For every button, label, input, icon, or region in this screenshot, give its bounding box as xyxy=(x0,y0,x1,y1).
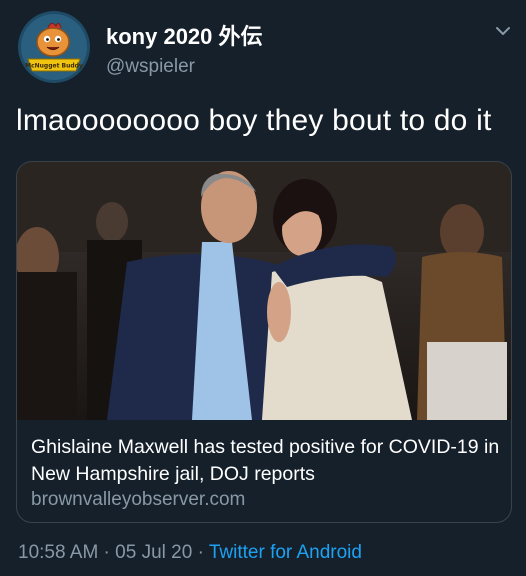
tweet-time[interactable]: 10:58 AM xyxy=(18,542,98,563)
tweet-text: lmaoooooooo boy they bout to do it xyxy=(16,104,492,137)
chevron-down-icon[interactable] xyxy=(494,22,512,40)
author-display-name[interactable]: kony 2020 外伝 xyxy=(106,19,263,51)
tweet-date[interactable]: 05 Jul 20 xyxy=(115,542,192,563)
meta-separator: · xyxy=(98,542,116,563)
card-domain[interactable]: brownvalleyobserver.com xyxy=(31,489,245,511)
author-handle[interactable]: @wspieler xyxy=(106,56,195,78)
avatar-badge-text: McNugget Buddy xyxy=(25,63,83,70)
link-preview-card[interactable]: Ghislaine Maxwell has tested positive fo… xyxy=(16,161,512,523)
tweet-source-link[interactable]: Twitter for Android xyxy=(209,542,362,563)
card-photo xyxy=(17,162,511,420)
tweet: McNugget Buddy kony 2020 外伝 @wspieler lm… xyxy=(0,0,526,576)
card-headline[interactable]: Ghislaine Maxwell has tested positive fo… xyxy=(31,434,501,488)
mcnugget-avatar-image: McNugget Buddy xyxy=(18,11,90,83)
tweet-meta: 10:58 AM · 05 Jul 20 · Twitter for Andro… xyxy=(18,542,362,564)
meta-separator: · xyxy=(192,542,209,563)
author-avatar[interactable]: McNugget Buddy xyxy=(18,11,90,83)
